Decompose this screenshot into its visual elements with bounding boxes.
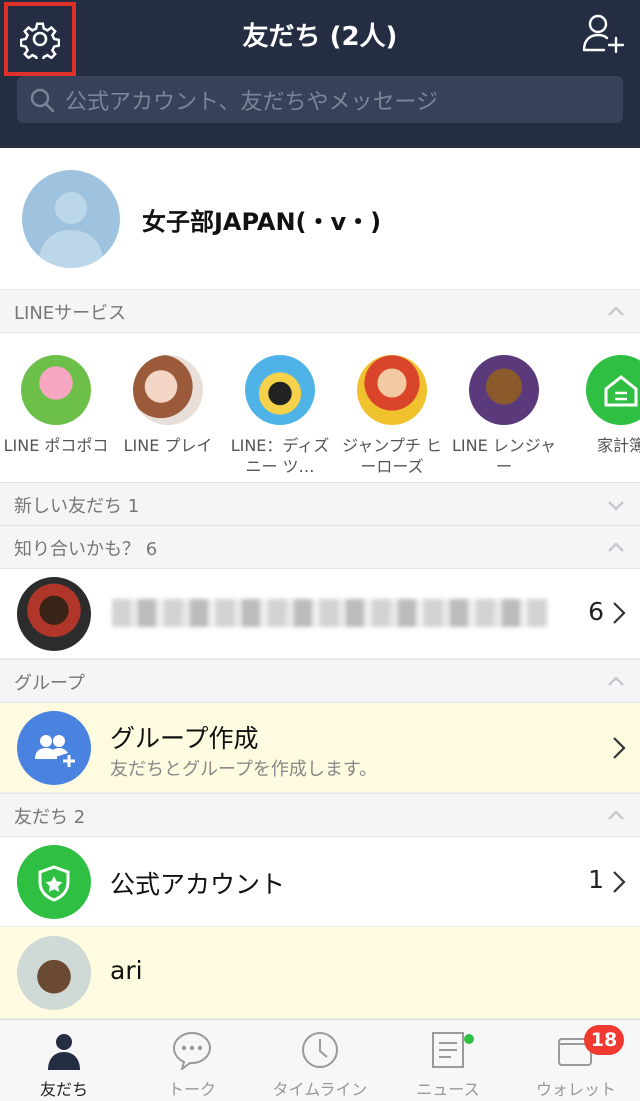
default-avatar-icon bbox=[38, 192, 104, 268]
chevron-down-icon bbox=[608, 501, 624, 511]
news-dot bbox=[464, 1034, 474, 1044]
chevron-right-icon bbox=[613, 737, 626, 759]
service-label: LINE：ディズニー ツ… bbox=[230, 436, 330, 476]
section-label: グループ bbox=[14, 673, 85, 694]
section-label: 友だち 2 bbox=[14, 807, 86, 828]
household-book-icon bbox=[586, 355, 640, 425]
official-account-row[interactable]: 公式アカウント 1 bbox=[0, 837, 640, 927]
row-count: 1 bbox=[588, 865, 604, 894]
profile-name: 女子部JAPAN(・v・) bbox=[142, 208, 382, 236]
chevron-up-icon bbox=[608, 542, 624, 552]
search-icon bbox=[30, 88, 55, 112]
tab-label: トーク bbox=[167, 1080, 216, 1099]
section-maybe-know[interactable]: 知り合いかも？ 6 bbox=[0, 525, 640, 569]
search-input[interactable]: 公式アカウント、友だちやメッセージ bbox=[17, 76, 623, 123]
tab-friends[interactable]: 友だち bbox=[0, 1020, 128, 1101]
person-icon bbox=[48, 1034, 80, 1070]
tab-label: ウォレット bbox=[535, 1080, 616, 1099]
avatar bbox=[22, 170, 120, 268]
section-label: LINEサービス bbox=[14, 303, 127, 324]
chevron-right-icon bbox=[613, 871, 626, 893]
friend-name: ari bbox=[110, 956, 143, 985]
service-item[interactable]: LINE レンジャー bbox=[448, 355, 560, 477]
chevron-right-icon bbox=[613, 602, 626, 624]
search-placeholder: 公式アカウント、友だちやメッセージ bbox=[65, 89, 439, 115]
maybe-know-row[interactable]: 6 bbox=[0, 569, 640, 659]
row-title: 公式アカウント bbox=[110, 870, 286, 899]
section-line-services[interactable]: LINEサービス bbox=[0, 289, 640, 333]
tab-news[interactable]: ニュース bbox=[384, 1020, 512, 1101]
service-label: 家計簿 bbox=[597, 436, 640, 455]
chevron-up-icon bbox=[608, 810, 624, 820]
service-label: ジャンプチ ヒーローズ bbox=[342, 436, 442, 476]
service-item[interactable]: LINE プレイ bbox=[112, 355, 224, 456]
pokopoko-icon bbox=[21, 355, 91, 425]
line-rangers-icon bbox=[469, 355, 539, 425]
header-bar: 友だち (2人) 公式アカウント、友だちやメッセージ bbox=[0, 0, 640, 148]
row-subtitle: 友だちとグループを作成します。 bbox=[110, 759, 378, 780]
service-label: LINE ポコポコ bbox=[3, 436, 109, 455]
create-group-icon bbox=[17, 711, 91, 785]
row-title: グループ作成 bbox=[110, 724, 259, 753]
friend-row[interactable]: ari bbox=[0, 927, 640, 1019]
official-account-icon bbox=[17, 845, 91, 919]
service-label: LINE プレイ bbox=[123, 436, 213, 455]
section-label: 知り合いかも？ 6 bbox=[14, 539, 158, 560]
service-item[interactable]: LINE ポコポコ bbox=[0, 355, 112, 456]
service-label: LINE レンジャー bbox=[452, 436, 556, 476]
section-new-friends[interactable]: 新しい友だち 1 bbox=[0, 482, 640, 526]
tab-wallet[interactable]: 18 ウォレット bbox=[512, 1020, 640, 1101]
line-services-carousel: LINE ポコポコ LINE プレイ LINE：ディズニー ツ… ジャンプチ ヒ… bbox=[0, 333, 640, 482]
disney-tsumtsum-icon bbox=[245, 355, 315, 425]
avatar bbox=[17, 936, 91, 1010]
clock-icon bbox=[302, 1032, 338, 1068]
row-count: 6 bbox=[588, 597, 604, 626]
shield-star-icon bbox=[38, 865, 70, 902]
wallet-badge: 18 bbox=[584, 1025, 624, 1055]
house-icon bbox=[604, 375, 638, 407]
add-friend-button[interactable] bbox=[580, 10, 626, 56]
tab-talk[interactable]: トーク bbox=[128, 1020, 256, 1101]
line-play-icon bbox=[133, 355, 203, 425]
jumputi-heroes-icon bbox=[357, 355, 427, 425]
tab-label: ニュース bbox=[416, 1080, 480, 1099]
chevron-up-icon bbox=[608, 676, 624, 686]
service-item[interactable]: 家計簿 bbox=[560, 355, 640, 456]
blurred-names bbox=[112, 599, 548, 627]
section-label: 新しい友だち 1 bbox=[14, 496, 140, 517]
section-groups[interactable]: グループ bbox=[0, 659, 640, 703]
avatar bbox=[17, 577, 91, 651]
add-person-icon bbox=[582, 14, 625, 54]
service-item[interactable]: LINE：ディズニー ツ… bbox=[224, 355, 336, 477]
news-icon bbox=[432, 1032, 464, 1068]
my-profile-row[interactable]: 女子部JAPAN(・v・) bbox=[0, 148, 640, 290]
chat-bubble-icon bbox=[172, 1031, 212, 1070]
section-friends[interactable]: 友だち 2 bbox=[0, 793, 640, 837]
bottom-tab-bar: 友だち トーク タイムライン ニュース 18 ウォレット bbox=[0, 1019, 640, 1101]
tab-label: タイムライン bbox=[272, 1080, 368, 1099]
chevron-up-icon bbox=[608, 306, 624, 316]
tab-timeline[interactable]: タイムライン bbox=[256, 1020, 384, 1101]
tab-label: 友だち bbox=[39, 1080, 88, 1099]
group-add-icon bbox=[35, 735, 75, 767]
page-title: 友だち (2人) bbox=[242, 22, 398, 52]
service-item[interactable]: ジャンプチ ヒーローズ bbox=[336, 355, 448, 477]
create-group-row[interactable]: グループ作成 友だちとグループを作成します。 bbox=[0, 703, 640, 793]
